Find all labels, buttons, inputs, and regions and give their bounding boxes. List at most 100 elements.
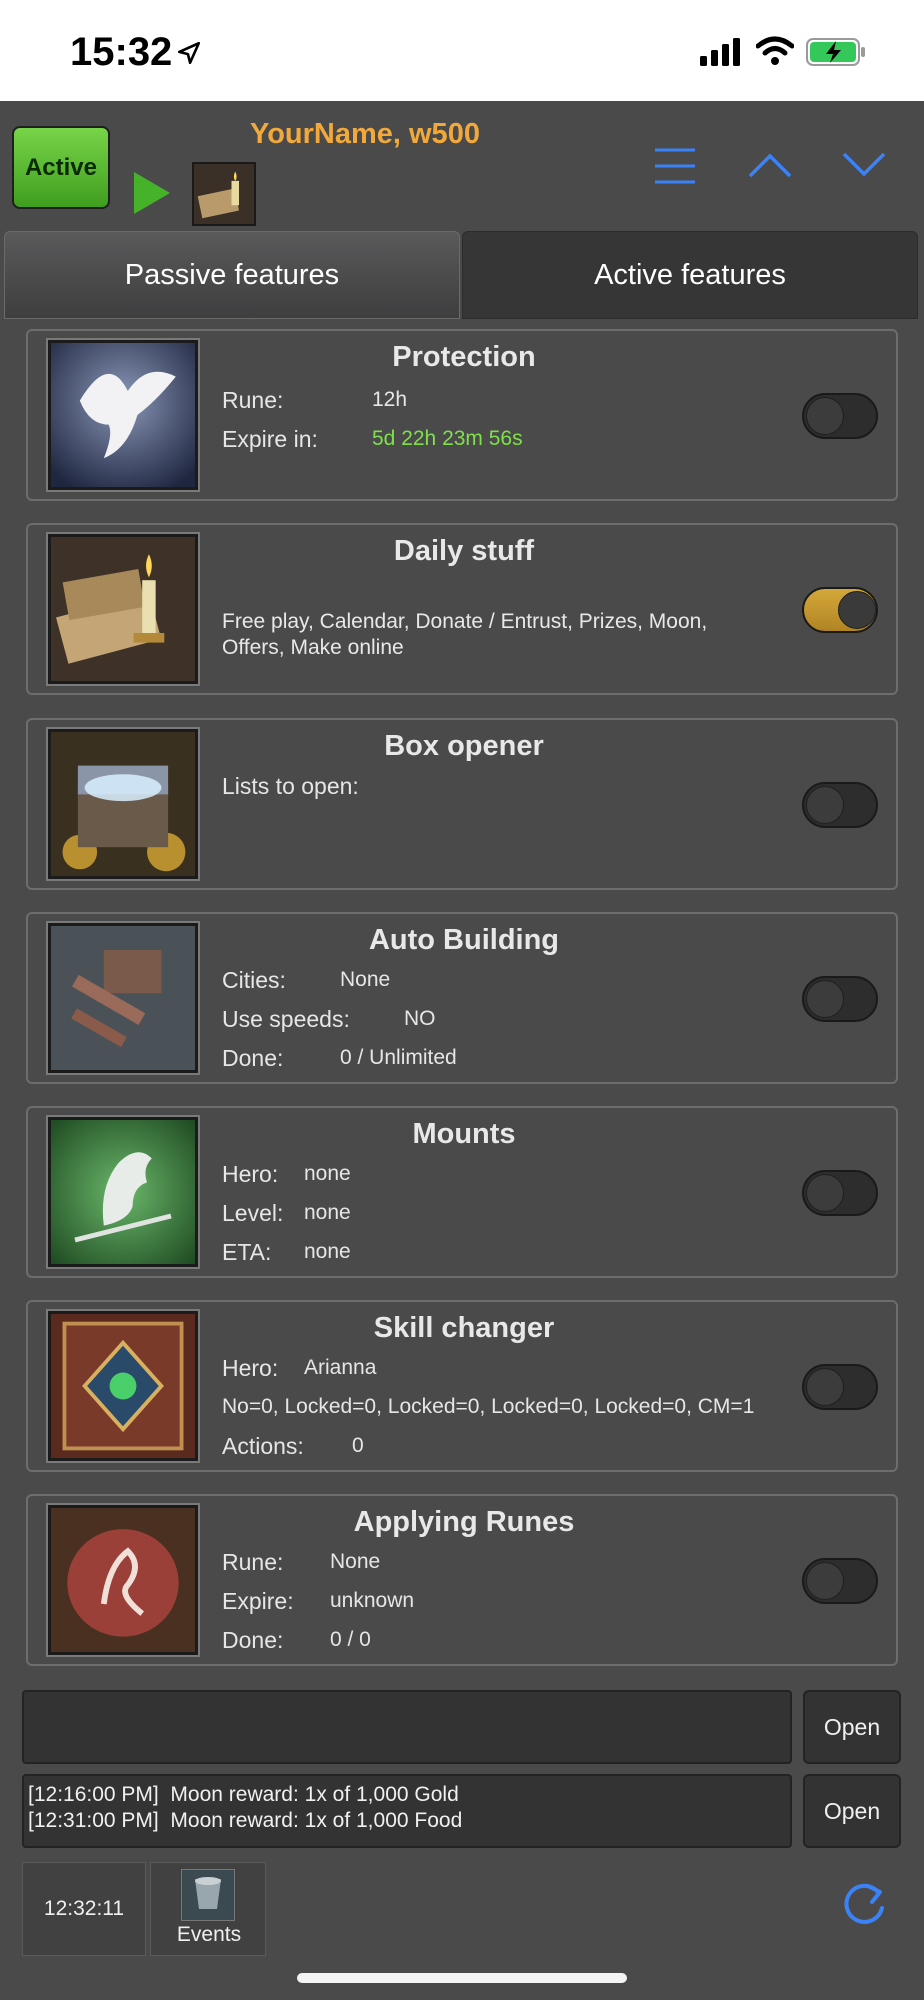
open-button-2[interactable]: Open <box>803 1774 901 1848</box>
rune-label: Rune: <box>222 1549 284 1575</box>
expire-label: Expire: <box>222 1588 294 1614</box>
level-value: none <box>304 1201 351 1224</box>
treasure-chest-icon <box>46 727 200 881</box>
hero-label: Hero: <box>222 1355 279 1381</box>
applying-runes-expire-row: Expire: unknown <box>222 1588 414 1615</box>
protection-rune-row: Rune: 12h <box>222 387 407 414</box>
lists-label: Lists to open: <box>222 773 359 799</box>
expire-value: unknown <box>330 1589 415 1612</box>
expire-label: Expire in: <box>222 426 318 452</box>
rune-value: 12h <box>372 388 408 411</box>
skill-changer-actions-row: Actions: 0 <box>222 1433 364 1460</box>
toggle-knob <box>806 1562 844 1600</box>
status-time: 15:32 <box>70 30 173 74</box>
location-arrow-icon <box>177 41 201 65</box>
mounts-title: Mounts <box>412 1118 516 1150</box>
eta-value: none <box>304 1240 351 1263</box>
auto-building-done-row: Done: 0 / Unlimited <box>222 1045 457 1072</box>
scroll-candle-icon <box>46 532 200 686</box>
skill-book-icon <box>46 1309 200 1463</box>
box-opener-title: Box opener <box>384 730 544 762</box>
done-label: Done: <box>222 1045 284 1071</box>
cities-label: Cities: <box>222 967 286 993</box>
status-bar: 15:32 <box>0 0 924 101</box>
protection-expire-row: Expire in: 5d 22h 23m 56s <box>222 426 523 453</box>
auto-building-toggle[interactable] <box>802 976 878 1022</box>
events-icon <box>181 1869 235 1921</box>
log-panel: [12:16:00 PM] Moon reward: 1x of 1,000 G… <box>22 1774 792 1848</box>
menu-icon[interactable] <box>655 146 695 186</box>
daily-stuff-title: Daily stuff <box>393 535 535 567</box>
auto-building-title: Auto Building <box>368 924 560 956</box>
chevron-down-icon[interactable] <box>842 150 886 180</box>
rune-value: None <box>330 1550 381 1573</box>
skill-changer-title: Skill changer <box>373 1312 555 1344</box>
mounts-toggle[interactable] <box>802 1170 878 1216</box>
done-value: 0 / 0 <box>330 1628 371 1651</box>
protection-title: Protection <box>392 341 536 373</box>
daily-stuff-toggle[interactable] <box>802 587 878 633</box>
username-label: YourName, w500 <box>250 118 480 150</box>
applying-runes-done-row: Done: 0 / 0 <box>222 1627 371 1654</box>
done-label: Done: <box>222 1627 284 1653</box>
mounts-hero-row: Hero: none <box>222 1161 351 1188</box>
toggle-knob <box>806 1368 844 1406</box>
use-speeds-label: Use speeds: <box>222 1006 350 1032</box>
protection-toggle[interactable] <box>802 393 878 439</box>
clock-display: 12:32:11 <box>22 1862 146 1956</box>
level-label: Level: <box>222 1200 284 1226</box>
use-speeds-value: NO <box>404 1007 436 1030</box>
toggle-knob <box>806 980 844 1018</box>
cellular-signal-icon <box>700 38 740 66</box>
feature-card-mounts: Mounts Hero: none Level: none ETA: none <box>26 1106 898 1278</box>
wifi-icon <box>756 36 794 65</box>
toggle-knob <box>806 1174 844 1212</box>
box-opener-toggle[interactable] <box>802 782 878 828</box>
horse-head-icon <box>46 1115 200 1269</box>
skill-changer-summary: No=0, Locked=0, Locked=0, Locked=0, Lock… <box>222 1395 755 1418</box>
auto-building-cities-row: Cities: None <box>222 967 390 994</box>
feature-card-auto-building: Auto Building Cities: None Use speeds: N… <box>26 912 898 1084</box>
box-opener-lists-row: Lists to open: <box>222 773 359 800</box>
active-status-button[interactable]: Active <box>12 126 110 209</box>
rune-stone-icon <box>46 1503 200 1657</box>
feature-card-applying-runes: Applying Runes Rune: None Expire: unknow… <box>26 1494 898 1666</box>
hero-label: Hero: <box>222 1161 279 1187</box>
toggle-knob <box>838 591 876 629</box>
skill-changer-hero-row: Hero: Arianna <box>222 1355 376 1382</box>
chevron-up-icon[interactable] <box>748 150 792 180</box>
applying-runes-rune-row: Rune: None <box>222 1549 380 1576</box>
rune-label: Rune: <box>222 387 284 413</box>
open-button-1[interactable]: Open <box>803 1690 901 1764</box>
log-line: [12:31:00 PM] Moon reward: 1x of 1,000 F… <box>28 1809 463 1832</box>
mounts-level-row: Level: none <box>222 1200 351 1227</box>
feature-card-daily-stuff: Daily stuff Free play, Calendar, Donate … <box>26 523 898 695</box>
hammer-icon <box>46 921 200 1075</box>
done-value: 0 / Unlimited <box>340 1046 457 1069</box>
cities-value: None <box>340 968 391 991</box>
play-icon[interactable] <box>132 170 172 216</box>
feature-card-protection: Protection Rune: 12h Expire in: 5d 22h 2… <box>26 329 898 501</box>
log-line: [12:16:00 PM] Moon reward: 1x of 1,000 G… <box>28 1783 459 1806</box>
events-button[interactable]: Events <box>150 1862 266 1956</box>
tab-active-features[interactable]: Active features <box>462 231 918 319</box>
daily-stuff-description: Free play, Calendar, Donate / Entrust, P… <box>222 610 708 659</box>
applying-runes-title: Applying Runes <box>353 1506 575 1538</box>
expire-value: 5d 22h 23m 56s <box>372 427 523 450</box>
hero-value: none <box>304 1162 351 1185</box>
hero-value: Arianna <box>304 1356 377 1379</box>
refresh-icon[interactable] <box>842 1882 888 1928</box>
events-label: Events <box>176 1923 242 1946</box>
tab-passive-features[interactable]: Passive features <box>4 231 460 319</box>
auto-building-speeds-row: Use speeds: NO <box>222 1006 436 1033</box>
toggle-knob <box>806 786 844 824</box>
mounts-eta-row: ETA: none <box>222 1239 351 1266</box>
command-input[interactable] <box>22 1690 792 1764</box>
applying-runes-toggle[interactable] <box>802 1558 878 1604</box>
daily-stuff-thumbnail-icon <box>192 162 256 226</box>
skill-changer-toggle[interactable] <box>802 1364 878 1410</box>
home-indicator[interactable] <box>297 1973 627 1983</box>
actions-value: 0 <box>352 1434 364 1457</box>
battery-charging-icon <box>806 38 865 66</box>
toggle-knob <box>806 397 844 435</box>
